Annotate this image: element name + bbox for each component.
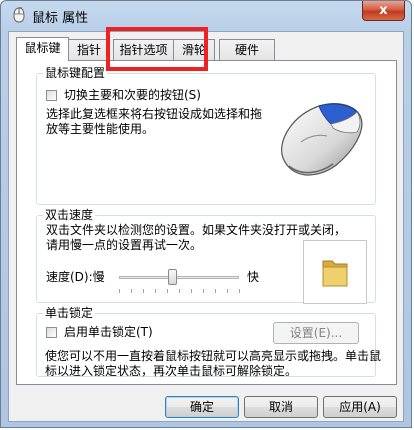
button-config-legend: 鼠标键配置 xyxy=(43,66,108,80)
cancel-button[interactable]: 取消 xyxy=(244,396,318,418)
slider-thumb[interactable] xyxy=(167,269,177,285)
fast-label: 快 xyxy=(247,270,260,284)
double-click-legend: 双击速度 xyxy=(43,208,96,222)
click-lock-description: 使您可以不用一直按着鼠标按钮就可以高亮显示或拖拽。单击鼠标以进入锁定状态，再次单… xyxy=(45,349,382,378)
mouse-image xyxy=(281,103,363,176)
double-click-speed-slider[interactable] xyxy=(119,276,239,279)
slider-tick xyxy=(179,289,180,293)
close-button[interactable]: x xyxy=(362,1,405,21)
slider-tick xyxy=(167,289,168,293)
click-lock-legend: 单击锁定 xyxy=(43,306,96,320)
click-lock-settings-button[interactable]: 设置(E)... xyxy=(273,322,359,344)
switch-buttons-label[interactable]: 切换主要和次要的按钮(S) xyxy=(64,88,201,103)
slider-tick xyxy=(131,289,132,293)
speed-label: 速度(D):慢 xyxy=(46,270,105,284)
client-area: 鼠标键 指针 指针选项 滑轮 硬件 鼠标键配置 切换主要和次要的按钮(S) 选择… xyxy=(8,31,404,422)
slider-tick xyxy=(143,289,144,293)
double-click-description: 双击文件夹以检测您的设置。如果文件夹没打开或关闭，请用慢一点的设置再试一次。 xyxy=(46,223,347,252)
click-lock-checkbox[interactable] xyxy=(46,327,57,338)
slider-tick xyxy=(227,289,228,293)
double-click-group: 双击速度 双击文件夹以检测您的设置。如果文件夹没打开或关闭，请用慢一点的设置再试… xyxy=(36,208,376,304)
window-title: 鼠标 属性 xyxy=(32,11,89,26)
switch-buttons-checkbox[interactable] xyxy=(46,90,57,101)
tab-mouse-buttons[interactable]: 鼠标键 xyxy=(16,37,69,61)
test-folder-area[interactable] xyxy=(303,240,367,304)
slider-tick xyxy=(191,289,192,293)
slider-tick xyxy=(239,289,240,293)
slider-tick xyxy=(155,289,156,293)
button-config-group: 鼠标键配置 切换主要和次要的按钮(S) 选择此复选框来将右按钮设成如选择和拖放等… xyxy=(36,66,376,205)
button-config-description: 选择此复选框来将右按钮设成如选择和拖放等主要性能使用。 xyxy=(46,107,263,136)
mouse-icon xyxy=(13,7,25,23)
apply-button[interactable]: 应用(A) xyxy=(323,396,397,418)
slider-tick xyxy=(119,289,120,293)
folder-icon[interactable] xyxy=(320,255,350,289)
tab-panel: 鼠标键配置 切换主要和次要的按钮(S) 选择此复选框来将右按钮设成如选择和拖放等… xyxy=(16,60,397,385)
highlight-annotation-box xyxy=(106,27,208,71)
ok-button[interactable]: 确定 xyxy=(165,396,239,418)
click-lock-label[interactable]: 启用单击锁定(T) xyxy=(64,325,153,340)
tab-pointers[interactable]: 指针 xyxy=(68,39,110,60)
tab-hardware[interactable]: 硬件 xyxy=(219,39,275,60)
slider-tick xyxy=(203,289,204,293)
slider-tick xyxy=(215,289,216,293)
